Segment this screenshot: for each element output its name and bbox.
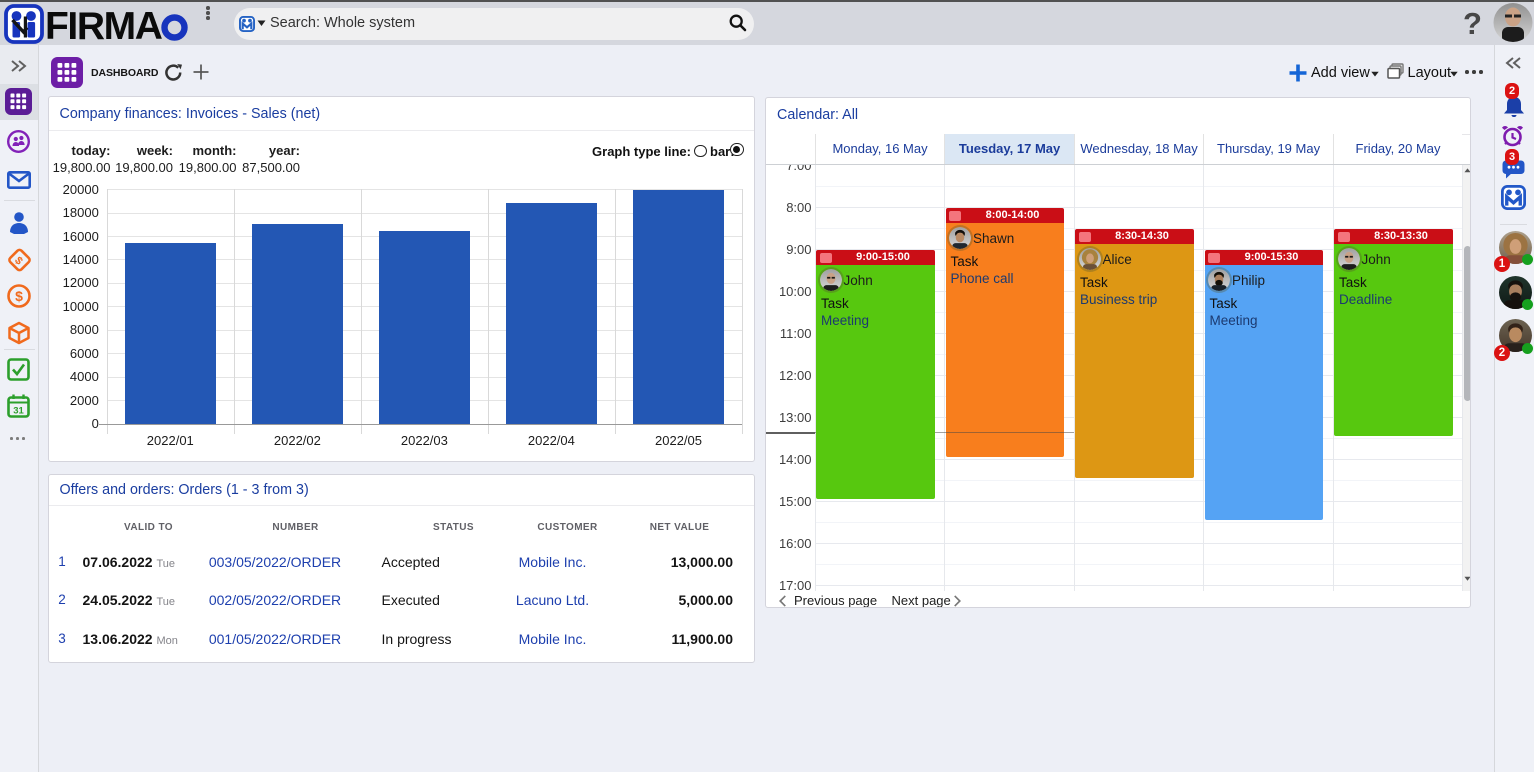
svg-text:31: 31 — [13, 406, 24, 417]
svg-text:$: $ — [15, 288, 23, 304]
